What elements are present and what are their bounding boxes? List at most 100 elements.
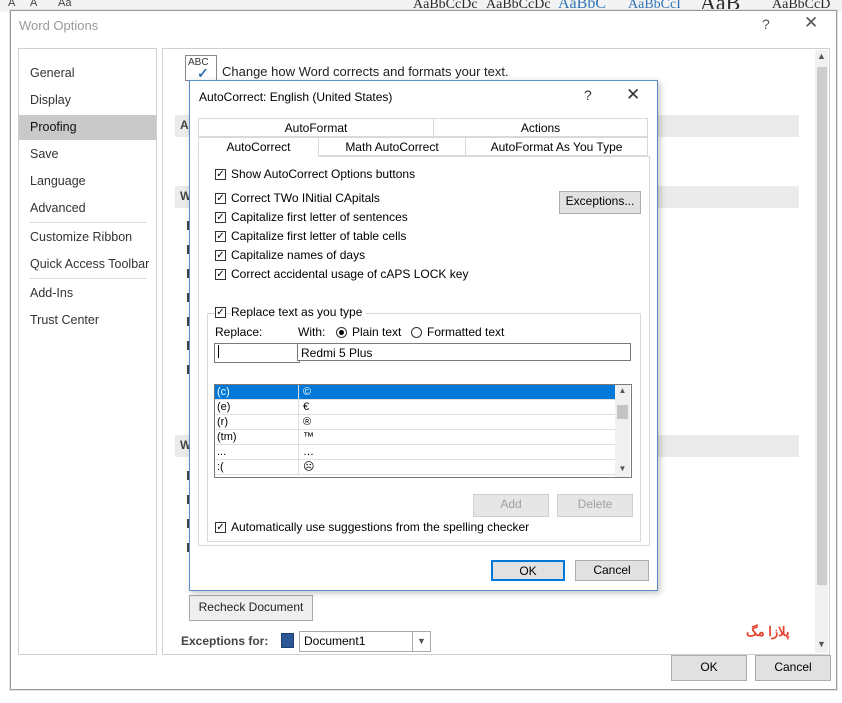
caps-lock-checkbox[interactable]: ✓ — [215, 269, 226, 280]
delete-button[interactable]: Delete — [557, 494, 633, 517]
entry-replace: (c) — [217, 386, 230, 398]
column-divider — [298, 460, 299, 475]
radio-label: Plain text — [352, 325, 402, 339]
auto-suggestions-checkbox[interactable]: ✓ — [215, 522, 226, 533]
checkbox-label: Correct TWo INitial CApitals — [231, 191, 380, 205]
nav-item-language[interactable]: Language — [19, 169, 156, 194]
chevron-down-icon[interactable]: ▼ — [412, 632, 430, 651]
column-divider — [298, 400, 299, 415]
options-nav: General Display Proofing Save Language A… — [18, 48, 157, 655]
tab-actions[interactable]: Actions — [433, 118, 648, 137]
column-divider — [298, 385, 299, 400]
with-label: With: — [298, 325, 326, 339]
checkbox-label: Capitalize first letter of sentences — [231, 210, 408, 224]
list-item[interactable]: (tm) ™ — [215, 430, 615, 445]
word-document-icon — [281, 633, 294, 648]
checkbox-label: Automatically use suggestions from the s… — [231, 520, 530, 534]
entry-replace: (tm) — [217, 431, 237, 443]
entry-with: ™ — [303, 431, 314, 443]
list-item[interactable]: (e) € — [215, 400, 615, 415]
ok-button[interactable]: OK — [491, 560, 565, 581]
scrollbar-thumb[interactable] — [617, 405, 628, 419]
exceptions-for-label: Exceptions for: — [181, 634, 269, 648]
replace-label: Replace: — [215, 325, 263, 339]
font-grow-glyph[interactable]: A — [8, 0, 15, 9]
checkbox-label: Show AutoCorrect Options buttons — [231, 167, 416, 181]
nav-item-trust-center[interactable]: Trust Center — [19, 308, 156, 333]
add-button[interactable]: Add — [473, 494, 549, 517]
dialog-title: AutoCorrect: English (United States) — [199, 90, 393, 104]
correct-two-initial-capitals-checkbox[interactable]: ✓ — [215, 193, 226, 204]
exceptions-button[interactable]: Exceptions... — [559, 191, 641, 214]
show-autocorrect-buttons-checkbox[interactable]: ✓ — [215, 169, 226, 180]
capitalize-table-cells-checkbox[interactable]: ✓ — [215, 231, 226, 242]
checkbox-label: Correct accidental usage of cAPS LOCK ke… — [231, 267, 469, 281]
capitalize-sentences-checkbox[interactable]: ✓ — [215, 212, 226, 223]
checkbox-label: Capitalize first letter of table cells — [231, 229, 407, 243]
entry-replace: :( — [217, 461, 224, 473]
column-divider — [298, 445, 299, 460]
scrollbar-thumb[interactable] — [817, 67, 827, 585]
nav-item-advanced[interactable]: Advanced — [19, 196, 156, 221]
scroll-down-icon[interactable]: ▼ — [615, 464, 630, 473]
watermark: پلازا مگ — [746, 624, 790, 639]
nav-item-proofing[interactable]: Proofing — [19, 115, 156, 140]
entry-with: € — [303, 401, 310, 413]
tab-autocorrect[interactable]: AutoCorrect — [198, 137, 319, 157]
cancel-button[interactable]: Cancel — [755, 655, 831, 681]
nav-item-general[interactable]: General — [19, 61, 156, 86]
checkbox-label: Capitalize names of days — [231, 248, 366, 262]
tab-math-autocorrect[interactable]: Math AutoCorrect — [318, 137, 466, 156]
entry-with: … — [303, 446, 314, 458]
close-icon[interactable]: ✕ — [626, 85, 640, 105]
list-item[interactable]: (c) © — [215, 385, 615, 400]
entry-with: ☹ — [303, 461, 315, 473]
exceptions-document-select[interactable]: Document1 ▼ — [299, 631, 431, 652]
scroll-up-icon[interactable]: ▲ — [615, 386, 630, 395]
scroll-up-icon[interactable]: ▲ — [815, 51, 828, 61]
checkbox-label: Replace text as you type — [231, 305, 366, 319]
entry-replace: (e) — [217, 401, 231, 413]
nav-item-quick-access-toolbar[interactable]: Quick Access Toolbar — [19, 252, 156, 277]
scroll-down-icon[interactable]: ▼ — [815, 639, 828, 649]
plain-text-radio[interactable] — [336, 327, 347, 338]
autocorrect-entries-list[interactable]: (c) © (e) € (r) ® (tm) ™ ... … :( ☹ ▲ ▼ — [214, 384, 632, 478]
window-title: Word Options — [19, 18, 99, 33]
recheck-document-button[interactable]: Recheck Document — [189, 595, 313, 621]
nav-item-display[interactable]: Display — [19, 88, 156, 113]
entry-with: © — [303, 386, 312, 398]
radio-label: Formatted text — [427, 325, 505, 339]
nav-item-add-ins[interactable]: Add-Ins — [19, 281, 156, 306]
font-shrink-glyph[interactable]: A — [30, 0, 37, 9]
text-caret — [218, 345, 219, 358]
replace-as-you-type-checkbox[interactable]: ✓ — [215, 307, 226, 318]
close-icon[interactable]: ✕ — [804, 13, 818, 33]
entry-replace: ... — [217, 446, 227, 458]
list-item[interactable]: ... … — [215, 445, 615, 460]
formatted-text-radio[interactable] — [411, 327, 422, 338]
list-item[interactable]: :( ☹ — [215, 460, 615, 475]
nav-item-customize-ribbon[interactable]: Customize Ribbon — [19, 225, 156, 250]
column-divider — [298, 430, 299, 445]
capitalize-days-checkbox[interactable]: ✓ — [215, 250, 226, 261]
nav-divider — [29, 222, 147, 223]
change-case-glyph[interactable]: Aa — [58, 0, 71, 9]
replace-input[interactable] — [214, 343, 300, 363]
section-header-label: A — [180, 118, 189, 132]
page-heading: Change how Word corrects and formats you… — [222, 64, 509, 79]
list-item[interactable]: (r) ® — [215, 415, 615, 430]
column-divider — [298, 415, 299, 430]
ok-button[interactable]: OK — [671, 655, 747, 681]
cancel-button[interactable]: Cancel — [575, 560, 649, 581]
help-button[interactable]: ? — [584, 87, 592, 103]
exceptions-document-value: Document1 — [304, 634, 366, 648]
entry-with: ® — [303, 416, 312, 428]
nav-divider — [29, 278, 147, 279]
tab-autoformat-as-you-type[interactable]: AutoFormat As You Type — [465, 137, 648, 156]
entry-replace: (r) — [217, 416, 228, 428]
help-button[interactable]: ? — [762, 16, 770, 32]
tab-autoformat[interactable]: AutoFormat — [198, 118, 434, 137]
with-input[interactable]: Redmi 5 Plus — [297, 343, 631, 361]
autocorrect-dialog: AutoCorrect: English (United States) ? ✕… — [189, 80, 658, 591]
nav-item-save[interactable]: Save — [19, 142, 156, 167]
